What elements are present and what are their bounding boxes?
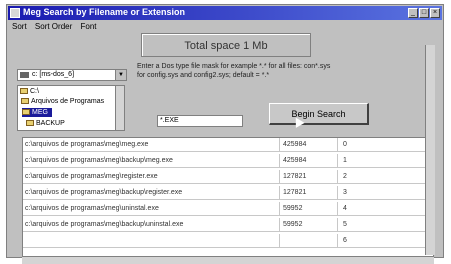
- table-row[interactable]: c:\arquivos de programas\meg\backup\regi…: [23, 186, 433, 200]
- result-path: c:\arquivos de programas\meg\backup\meg.…: [25, 157, 173, 164]
- result-index: 3: [343, 189, 347, 196]
- table-row[interactable]: c:\arquivos de programas\meg\register.ex…: [23, 170, 433, 184]
- drive-select[interactable]: c: [ms-dos_6] ▼: [17, 69, 127, 81]
- result-index: 4: [343, 205, 347, 212]
- drive-icon: [20, 72, 29, 78]
- result-path: c:\arquivos de programas\meg\uninstal.ex…: [25, 205, 159, 212]
- maximize-button[interactable]: □: [419, 8, 429, 18]
- result-size: 127821: [283, 189, 307, 196]
- window-vertical-scrollbar[interactable]: [425, 45, 435, 255]
- folder-list[interactable]: C:\ Arquivos de Programas MEG BACKUP: [17, 85, 125, 131]
- result-index: 6: [343, 237, 347, 244]
- minimize-button[interactable]: _: [408, 8, 418, 18]
- window-title: Meg Search by Filename or Extension: [23, 7, 186, 17]
- menu-sort[interactable]: Sort: [9, 21, 30, 33]
- folder-icon: [26, 120, 34, 127]
- total-space-display: Total space 1 Mb: [141, 33, 311, 57]
- menu-sort-order[interactable]: Sort Order: [32, 21, 75, 33]
- title-bar[interactable]: Meg Search by Filename or Extension _ □ …: [8, 6, 442, 20]
- begin-search-button[interactable]: Begin Search: [269, 103, 369, 125]
- menu-bar: Sort Sort Order Font: [9, 21, 100, 33]
- result-size: 127821: [283, 173, 307, 180]
- result-index: 2: [343, 173, 347, 180]
- result-path: c:\arquivos de programas\meg\register.ex…: [25, 173, 158, 180]
- result-size: 59952: [283, 221, 303, 228]
- result-size: 425984: [283, 141, 307, 148]
- results-horizontal-scrollbar[interactable]: [22, 256, 434, 264]
- result-size: 425984: [283, 157, 307, 164]
- results-list[interactable]: c:\arquivos de programas\meg\meg.exe 4259…: [22, 137, 434, 257]
- menu-font[interactable]: Font: [77, 21, 99, 33]
- table-row[interactable]: c:\arquivos de programas\meg\meg.exe 4259…: [23, 138, 433, 152]
- table-row[interactable]: c:\arquivos de programas\meg\backup\meg.…: [23, 154, 433, 168]
- main-window: Meg Search by Filename or Extension _ □ …: [6, 4, 444, 264]
- folder-item-arquivos[interactable]: Arquivos de Programas: [21, 97, 104, 106]
- result-path: c:\arquivos de programas\meg\backup\unin…: [25, 221, 184, 228]
- folder-list-scrollbar[interactable]: [115, 86, 124, 130]
- help-text: Enter a Dos type file mask for example *…: [137, 63, 331, 79]
- folder-open-icon: [21, 98, 29, 105]
- folder-item-backup[interactable]: BACKUP: [26, 119, 65, 128]
- result-index: 0: [343, 141, 347, 148]
- table-row[interactable]: c:\arquivos de programas\meg\uninstal.ex…: [23, 202, 433, 216]
- result-path: c:\arquivos de programas\meg\backup\regi…: [25, 189, 183, 196]
- app-icon: [10, 8, 20, 18]
- result-index: 1: [343, 157, 347, 164]
- folder-item-meg[interactable]: MEG: [22, 108, 52, 117]
- result-path: c:\arquivos de programas\meg\meg.exe: [25, 141, 149, 148]
- chevron-down-icon[interactable]: ▼: [115, 70, 126, 80]
- folder-open-icon: [20, 88, 28, 95]
- drive-label: c: [ms-dos_6]: [32, 71, 75, 78]
- result-index: 5: [343, 221, 347, 228]
- file-mask-input[interactable]: *.EXE: [157, 115, 243, 127]
- close-button[interactable]: ×: [430, 8, 440, 18]
- table-row[interactable]: c:\arquivos de programas\meg\backup\unin…: [23, 218, 433, 232]
- folder-open-icon: [22, 109, 30, 116]
- table-row[interactable]: 6: [23, 234, 433, 248]
- result-size: 59952: [283, 205, 303, 212]
- folder-item-root[interactable]: C:\: [20, 87, 39, 96]
